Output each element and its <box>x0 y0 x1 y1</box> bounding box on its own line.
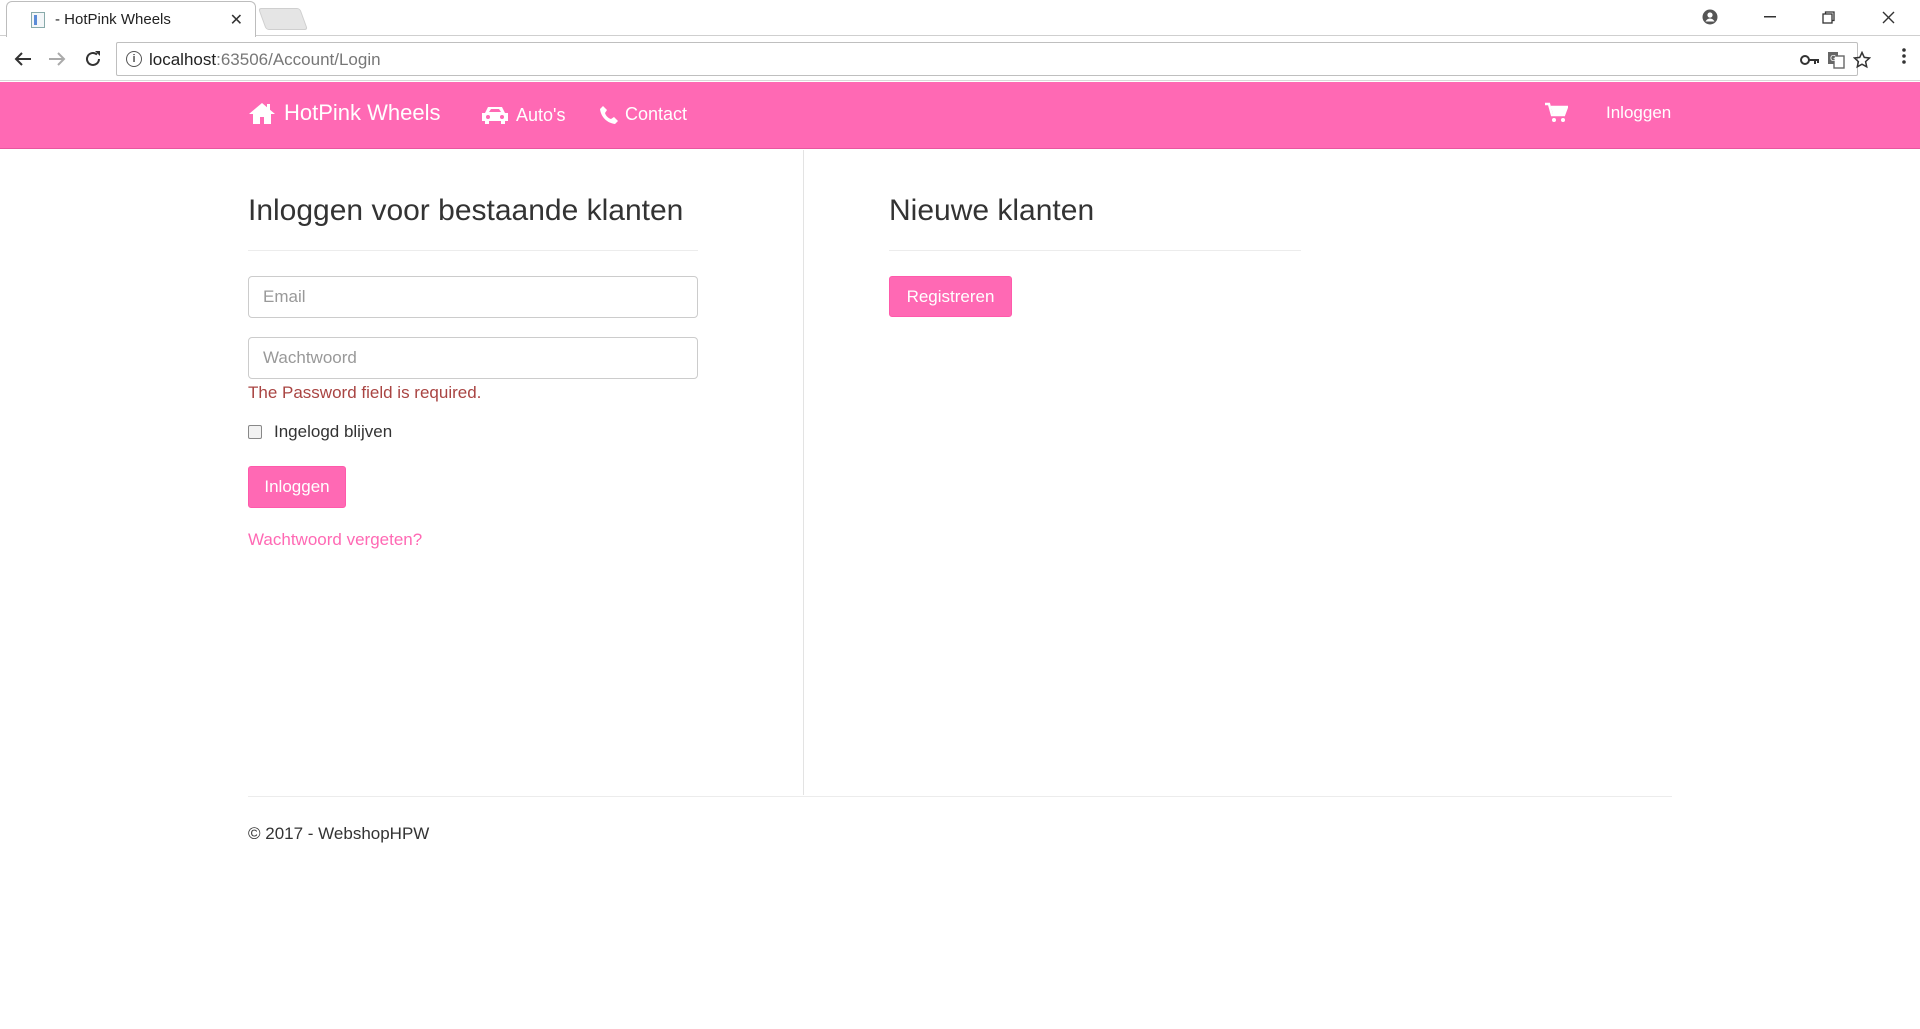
password-error: The Password field is required. <box>248 383 482 402</box>
brand-label: HotPink Wheels <box>284 100 441 125</box>
shopping-cart-icon[interactable] <box>1544 102 1569 129</box>
svg-text:G: G <box>1830 54 1836 63</box>
register-heading: Nieuwe klanten <box>889 194 1095 227</box>
remember-me-row: Ingelogd blijven <box>248 422 698 442</box>
footer-copyright: © 2017 - WebshopHPW <box>248 824 430 843</box>
register-button[interactable]: Registreren <box>889 276 1012 317</box>
login-submit-button[interactable]: Inloggen <box>248 466 346 508</box>
home-icon <box>249 103 275 124</box>
site-info-icon[interactable]: i <box>126 51 142 67</box>
browser-tab-bar: - HotPink Wheels ✕ <box>0 0 1920 37</box>
column-divider <box>803 150 804 795</box>
url-host: localhost <box>149 50 217 69</box>
nav-login-link[interactable]: Inloggen <box>1606 103 1671 123</box>
address-bar[interactable]: i localhost:63506/Account/Login G <box>116 42 1871 76</box>
footer-divider <box>248 796 1672 797</box>
nav-link-autos[interactable]: Auto's <box>480 104 565 126</box>
email-field[interactable] <box>248 276 698 318</box>
nav-link-contact[interactable]: Contact <box>599 104 687 125</box>
brand-link[interactable]: HotPink Wheels <box>248 100 441 126</box>
new-tab-button[interactable] <box>257 8 309 30</box>
browser-menu-icon[interactable] <box>1902 47 1906 70</box>
remember-me-checkbox[interactable] <box>248 425 262 439</box>
forward-arrow-icon[interactable] <box>42 45 72 73</box>
key-icon[interactable] <box>1799 49 1821 71</box>
heading-divider <box>889 250 1301 251</box>
forgot-password-link[interactable]: Wachtwoord vergeten? <box>248 530 698 550</box>
password-field[interactable] <box>248 337 698 379</box>
phone-icon <box>600 105 618 124</box>
car-icon <box>482 107 508 124</box>
browser-toolbar: i localhost:63506/Account/Login G <box>0 37 1920 81</box>
login-heading: Inloggen voor bestaande klanten <box>248 194 684 227</box>
login-section: Inloggen voor bestaande klanten The Pass… <box>248 150 698 550</box>
url-text: localhost:63506/Account/Login <box>149 50 381 70</box>
profile-icon[interactable] <box>1696 4 1724 30</box>
minimize-icon[interactable] <box>1756 4 1784 30</box>
register-section: Nieuwe klanten Registreren <box>889 150 1301 317</box>
remember-me-label[interactable]: Ingelogd blijven <box>274 422 392 442</box>
translate-icon[interactable]: G <box>1825 49 1847 71</box>
reload-icon[interactable] <box>78 45 108 73</box>
nav-link-label: Auto's <box>516 104 566 125</box>
site-navbar: HotPink Wheels Auto's Contact Inloggen <box>0 82 1920 149</box>
back-arrow-icon[interactable] <box>8 45 38 73</box>
heading-divider <box>248 250 698 251</box>
restore-icon[interactable] <box>1814 4 1842 30</box>
nav-link-label: Contact <box>625 104 688 124</box>
url-path: :63506/Account/Login <box>216 50 381 69</box>
browser-tab[interactable]: - HotPink Wheels ✕ <box>6 1 256 37</box>
close-tab-icon[interactable]: ✕ <box>230 10 243 30</box>
close-window-icon[interactable] <box>1874 4 1902 30</box>
page-favicon-icon <box>31 12 45 28</box>
tab-title: - HotPink Wheels <box>55 11 171 28</box>
bookmark-star-icon[interactable] <box>1851 49 1873 71</box>
